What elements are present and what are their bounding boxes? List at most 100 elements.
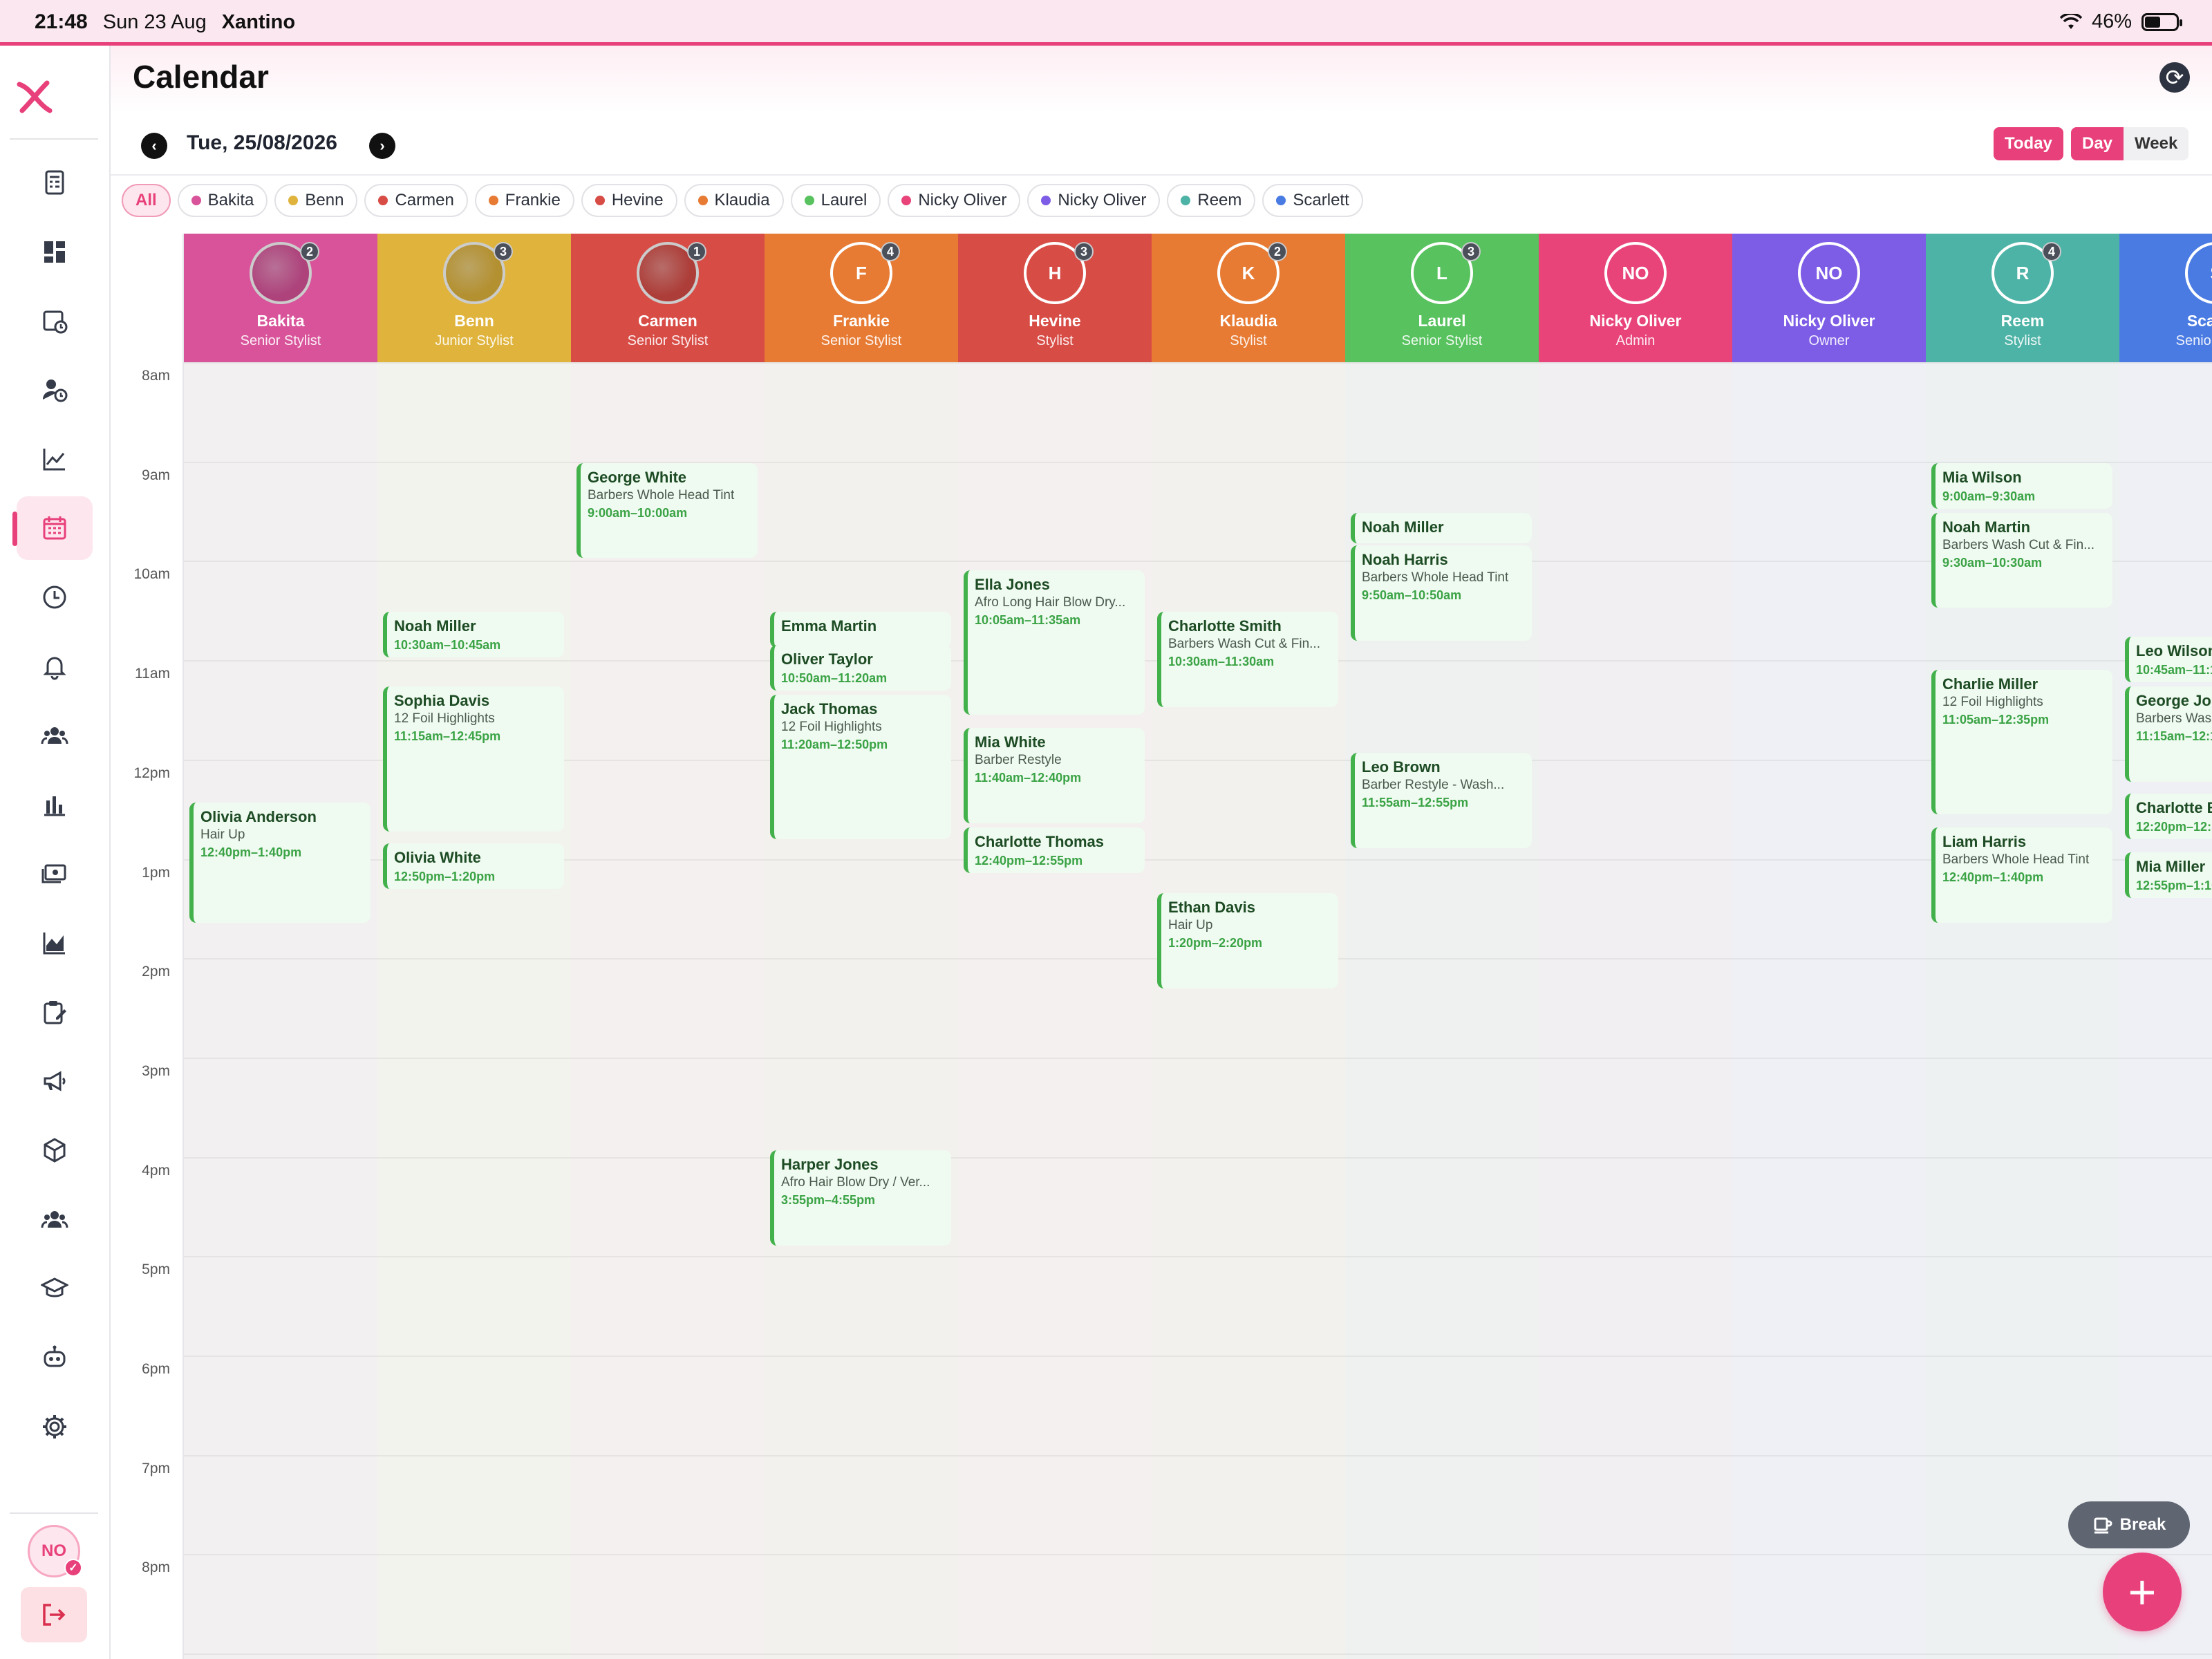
client-history-icon[interactable] (17, 358, 93, 422)
clients-group-icon[interactable] (17, 704, 93, 767)
filter-chip[interactable]: Carmen (364, 184, 468, 217)
appointment-card[interactable]: Jack Thomas 12 Foil Highlights 11:20am–12:… (770, 694, 951, 840)
staff-timeline[interactable]: Noah Miller Noah Harris Barbers Whole Head… (1345, 362, 1539, 1659)
staff-column: 1 Carmen Senior Stylist George White Barbers… (571, 234, 765, 1659)
appointment-card[interactable]: Olivia Anderson Hair Up 12:40pm–1:40pm (189, 803, 371, 923)
staff-timeline[interactable] (1732, 362, 1926, 1659)
next-day-button[interactable]: › (369, 133, 395, 159)
hour-gridline (571, 958, 765, 960)
staff-header[interactable]: L 3 Laurel Senior Stylist (1345, 234, 1539, 362)
filter-chip[interactable]: Frankie (474, 184, 574, 217)
analytics-icon[interactable] (17, 427, 93, 491)
staff-timeline[interactable]: Ella Jones Afro Long Hair Blow Dry... 10:0… (958, 362, 1152, 1659)
filter-chip[interactable]: Scarlett (1262, 184, 1363, 217)
battery-icon (2141, 12, 2182, 31)
appointment-card[interactable]: George JohnsonBarbers Wash 11:15am–12:15p… (2125, 686, 2212, 782)
appointment-card[interactable]: Noah Harris Barbers Whole Head Tint 9:50am… (1351, 545, 1532, 641)
staff-header[interactable]: S Scarlett Senior Stylist (2119, 234, 2212, 362)
filter-chip[interactable]: Nicky Oliver (1027, 184, 1161, 217)
staff-timeline[interactable]: Emma Martin Oliver Taylor 10:50am–11:20am J… (765, 362, 958, 1659)
clock-icon[interactable] (17, 565, 93, 629)
hour-gridline (1926, 958, 2119, 960)
staff-timeline[interactable]: Oliver WhiteOlivia AndersonHair Up12:40p… (184, 362, 377, 1659)
appointment-card[interactable]: Emma Martin (770, 612, 951, 648)
appointment-card[interactable]: Charlotte Smith Barbers Wash Cut & Fin...… (1157, 612, 1338, 707)
box-icon[interactable] (17, 1118, 93, 1182)
filter-chip-all[interactable]: All (122, 184, 171, 217)
filter-chip[interactable]: Bakita (177, 184, 268, 217)
clipboard-edit-icon[interactable] (17, 980, 93, 1044)
day-view-button[interactable]: Day (2071, 127, 2124, 160)
filter-chip[interactable]: Nicky Oliver (888, 184, 1021, 217)
appointment-card[interactable]: Mia Wilson 9:00am–9:30am (1931, 462, 2112, 509)
appointment-card[interactable]: Ella Jones Afro Long Hair Blow Dry... 10:0… (964, 570, 1145, 715)
staff-timeline[interactable]: Mia Wilson 9:00am–9:30am Noah Martin Barber… (1926, 362, 2119, 1659)
staff-timeline[interactable]: Charlotte Smith Barbers Wash Cut & Fin...… (1152, 362, 1345, 1659)
staff-header[interactable]: 1 Carmen Senior Stylist (571, 234, 765, 362)
appointment-card[interactable]: Charlie Miller 12 Foil Highlights 11:05am–… (1931, 669, 2112, 815)
appointment-card[interactable]: Ethan Davis Hair Up 1:20pm–2:20pm (1157, 892, 1338, 988)
staff-header[interactable]: F 4 Frankie Senior Stylist (765, 234, 958, 362)
payments-icon[interactable] (17, 842, 93, 906)
staff-group-icon[interactable] (17, 1188, 93, 1251)
staff-timeline[interactable]: Noah Miller 10:30am–10:45am Sophia Davis 12… (377, 362, 571, 1659)
appointment-card[interactable]: Mia White Barber Restyle 11:40am–12:40pm (964, 728, 1145, 824)
schedule-icon[interactable] (17, 289, 93, 353)
area-chart-icon[interactable] (17, 911, 93, 975)
appointment-card[interactable]: Sophia Davis 12 Foil Highlights 11:15am–12… (383, 686, 564, 832)
appointment-card[interactable]: Oliver Taylor 10:50am–11:20am (770, 644, 951, 691)
appointment-card[interactable]: Charlotte Brown 12:20pm–12:55pm (2125, 794, 2212, 840)
break-button[interactable]: Break (2068, 1501, 2190, 1548)
appointment-service: Barbers Wash Cut & Fin... (1942, 537, 2094, 552)
logout-icon[interactable] (21, 1587, 87, 1642)
appointment-time: 9:50am–10:50am (1362, 588, 1462, 602)
graduation-cap-icon[interactable] (17, 1257, 93, 1320)
staff-header[interactable]: H 3 Hevine Stylist (958, 234, 1152, 362)
appointment-card[interactable]: Olivia White 12:50pm–1:20pm (383, 843, 564, 889)
appointment-card[interactable]: Harper Jones Afro Hair Blow Dry / Ver... 3… (770, 1150, 951, 1246)
filter-chip[interactable]: Hevine (581, 184, 677, 217)
appointment-service: Barbers Whole Head Tint (1362, 570, 1509, 585)
add-appointment-button[interactable]: + (2103, 1553, 2182, 1631)
user-avatar[interactable]: NO ✓ (28, 1525, 82, 1577)
staff-header[interactable]: NO Nicky Oliver Admin (1539, 234, 1732, 362)
appointment-card[interactable]: Noah Miller 10:30am–10:45am (383, 612, 564, 658)
refresh-icon[interactable]: ⟳ (2159, 62, 2190, 93)
appointment-card[interactable]: Noah Miller (1351, 512, 1532, 543)
pos-register-icon[interactable] (17, 151, 93, 214)
appointment-card[interactable]: Liam Harris Barbers Whole Head Tint 12:40p… (1931, 827, 2112, 923)
view-toggle: Day Week (2071, 127, 2189, 160)
staff-timeline[interactable]: Leo Wilson10:45am–11:15amGeorge JohnsonB… (2119, 362, 2212, 1659)
today-button[interactable]: Today (1994, 127, 2063, 160)
appointment-card[interactable]: Noah Martin Barbers Wash Cut & Fin... 9:30… (1931, 512, 2112, 608)
appointment-card[interactable]: Leo Brown Barber Restyle - Wash... 11:55am… (1351, 753, 1532, 848)
staff-header[interactable]: 3 Benn Junior Stylist (377, 234, 571, 362)
filter-chip[interactable]: Laurel (790, 184, 881, 217)
staff-timeline[interactable]: George White Barbers Whole Head Tint 9:00a… (571, 362, 765, 1659)
dashboard-icon[interactable] (17, 220, 93, 283)
staff-header[interactable]: R 4 Reem Stylist (1926, 234, 2119, 362)
staff-header[interactable]: 2 Bakita Senior Stylist (184, 234, 377, 362)
appointment-time: 12:40pm–1:40pm (1942, 870, 2044, 885)
megaphone-icon[interactable] (17, 1049, 93, 1113)
week-view-button[interactable]: Week (2124, 127, 2188, 160)
filter-chip[interactable]: Benn (274, 184, 358, 217)
staff-column: F 4 Frankie Senior Stylist Emma Martin Oliver… (765, 234, 958, 1659)
filter-chip[interactable]: Reem (1167, 184, 1256, 217)
appointment-card[interactable]: George White Barbers Whole Head Tint 9:00a… (577, 462, 758, 559)
hour-gridline (1732, 1653, 1926, 1656)
hour-gridline (571, 1356, 765, 1357)
calendar-icon[interactable] (12, 496, 93, 560)
bar-chart-icon[interactable] (17, 773, 93, 836)
appointment-card[interactable]: Leo Wilson 10:45am–11:15am (2125, 637, 2212, 683)
bell-icon[interactable] (17, 635, 93, 698)
robot-icon[interactable] (17, 1326, 93, 1389)
staff-header[interactable]: K 2 Klaudia Stylist (1152, 234, 1345, 362)
settings-gear-icon[interactable] (17, 1395, 93, 1459)
appointment-card[interactable]: Charlotte Thomas 12:40pm–12:55pm (964, 827, 1145, 873)
staff-header[interactable]: NO Nicky Oliver Owner (1732, 234, 1926, 362)
filter-chip[interactable]: Klaudia (684, 184, 784, 217)
previous-day-button[interactable]: ‹ (141, 133, 167, 159)
staff-timeline[interactable] (1539, 362, 1732, 1659)
appointment-card[interactable]: Mia Miller 12:55pm–1:10pm (2125, 852, 2212, 898)
